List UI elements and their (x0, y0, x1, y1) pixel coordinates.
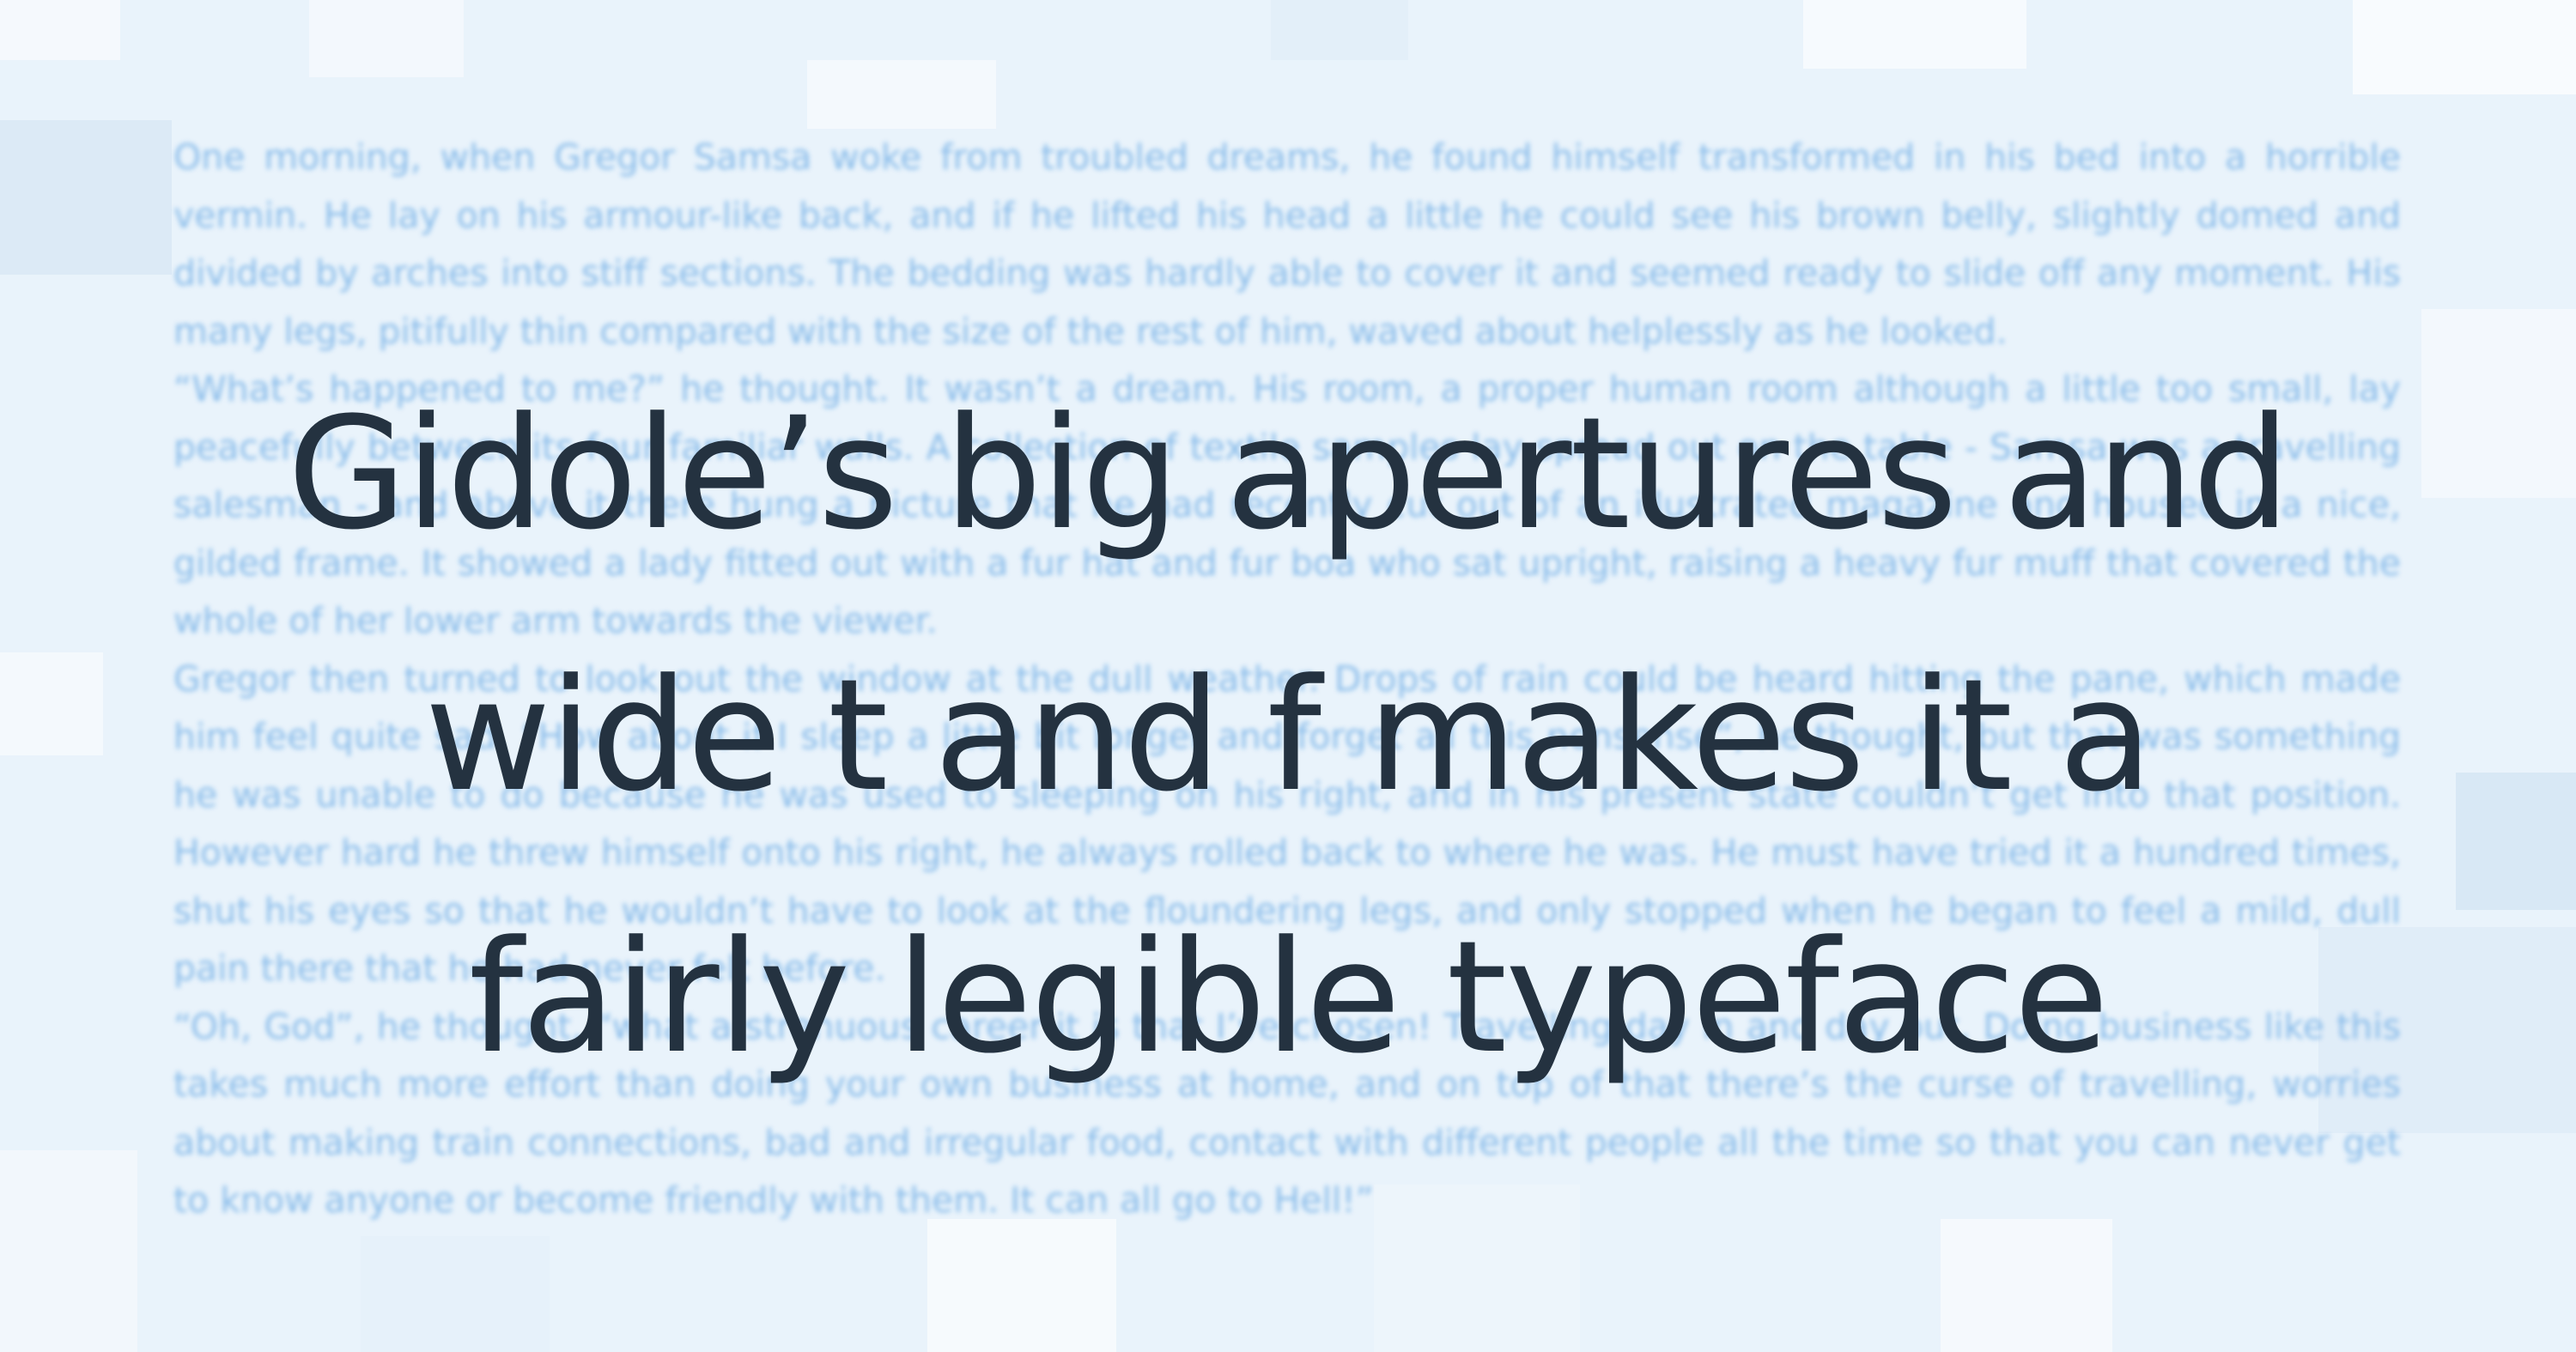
background-paragraph: One morning, when Gregor Samsa woke from… (173, 136, 2401, 352)
headline-line-1: Gidole’s big apertures and (287, 385, 2291, 564)
headline-line-2: wide t and f makes it a (424, 646, 2154, 826)
headline: Gidole’s big apertures and wide t and f … (0, 343, 2576, 1129)
headline-line-3: fairly legible typeface (468, 908, 2109, 1088)
